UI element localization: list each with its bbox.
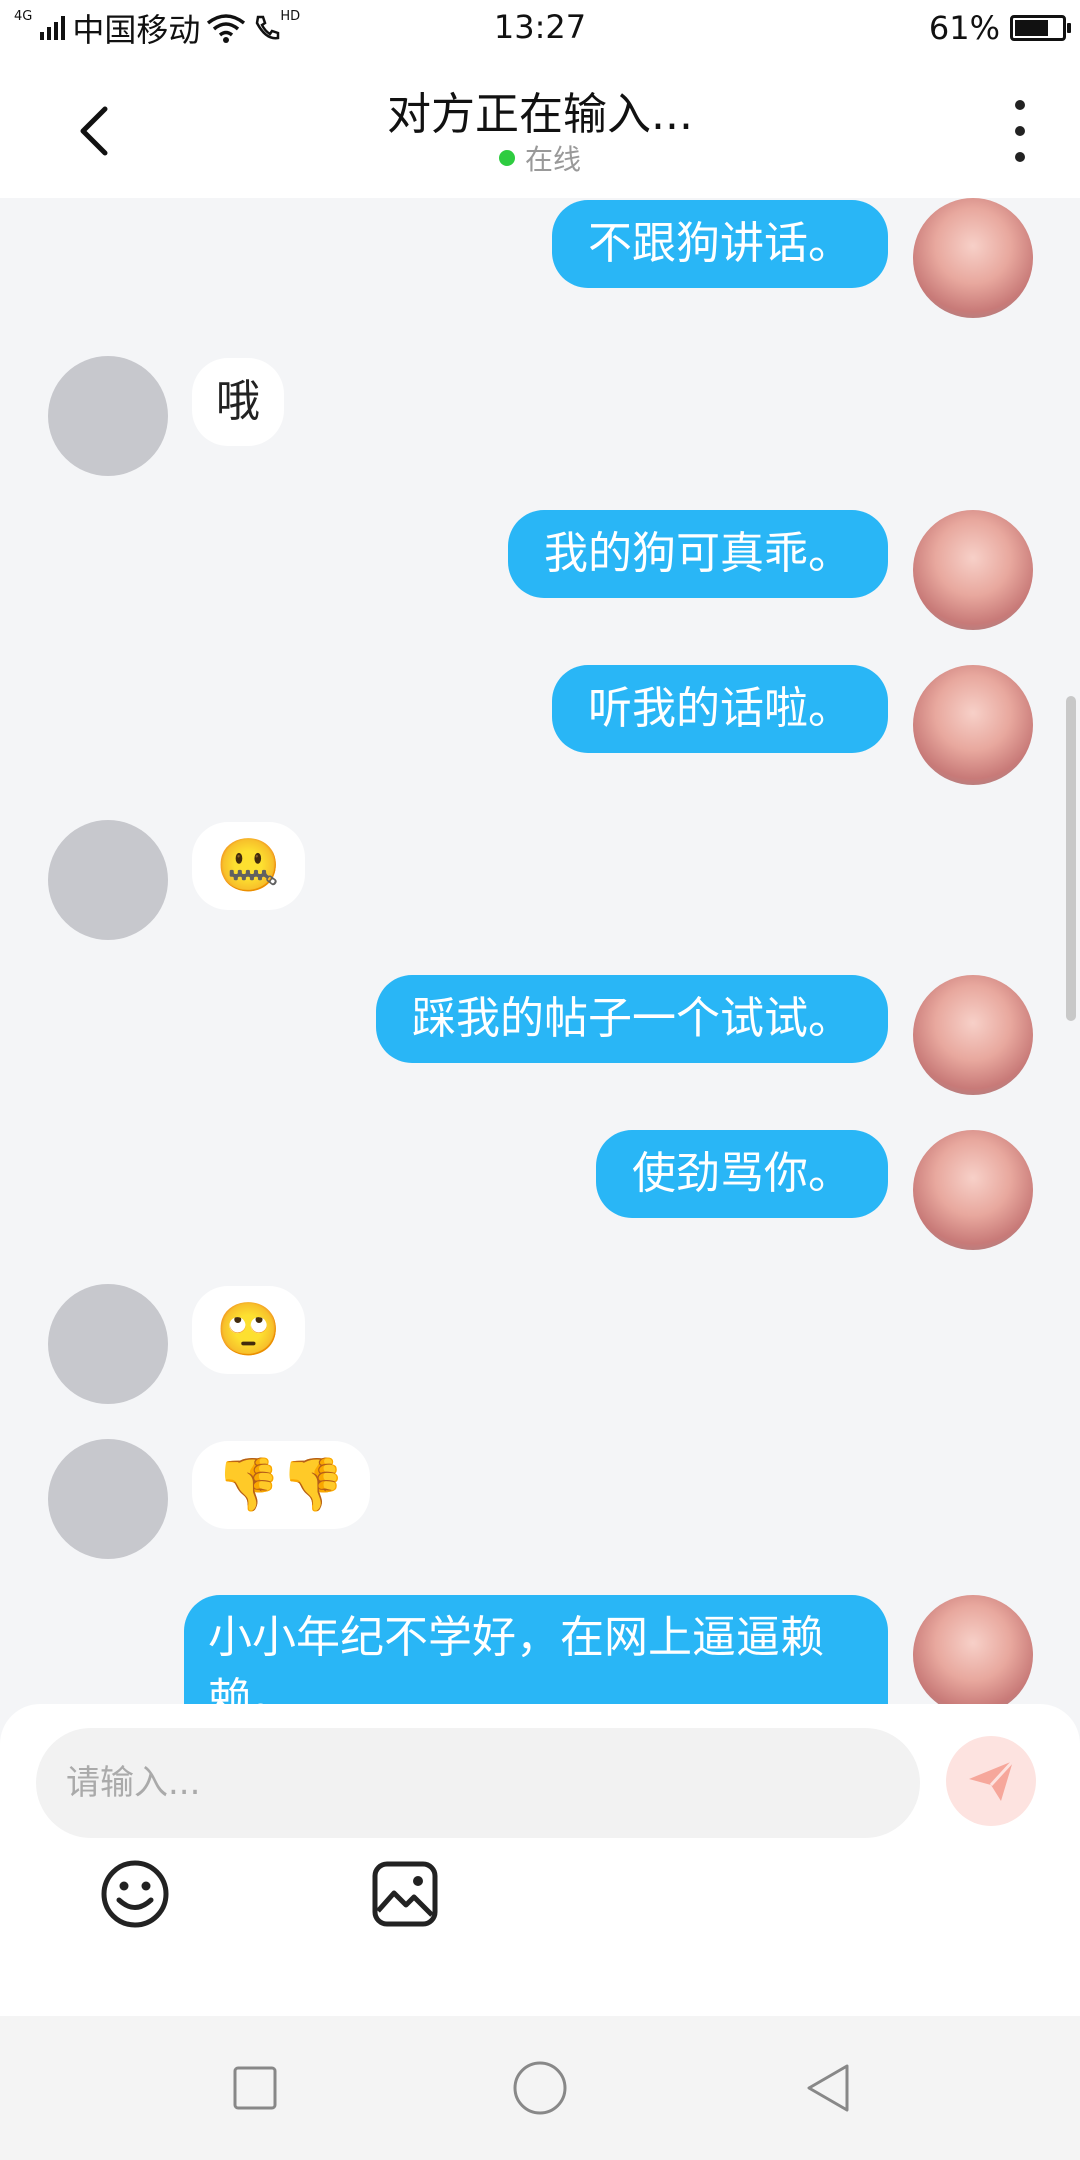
message-bubble-self[interactable]: 小小年纪不学好，在网上逼逼赖赖。 xyxy=(184,1595,888,1704)
message-bubble-self[interactable]: 不跟狗讲话。 xyxy=(552,200,888,288)
message-input[interactable] xyxy=(36,1728,920,1838)
more-dot-icon xyxy=(1015,126,1025,136)
scrollbar[interactable] xyxy=(1066,696,1076,1021)
paper-plane-icon xyxy=(969,1759,1015,1801)
smiley-face-icon xyxy=(101,1860,169,1928)
emoji-button[interactable] xyxy=(95,1854,175,1934)
chat-header: 对方正在输入... 在线 xyxy=(0,56,1080,198)
avatar-self[interactable] xyxy=(913,1595,1033,1704)
send-button[interactable] xyxy=(946,1736,1036,1826)
avatar-self[interactable] xyxy=(913,198,1033,318)
input-panel xyxy=(0,1704,1080,2016)
status-right: 61% xyxy=(928,8,1071,48)
avatar-self[interactable] xyxy=(913,1130,1033,1250)
square-icon xyxy=(233,2066,277,2110)
avatar-other[interactable] xyxy=(48,820,168,940)
message-bubble-other[interactable]: 👎👎 xyxy=(192,1441,370,1529)
chat-message-list[interactable]: 不跟狗讲话。 哦 我的狗可真乖。 听我的话啦。 🤐 踩我的帖子一个试试。 使劲骂… xyxy=(0,198,1080,1704)
battery-percent: 61% xyxy=(928,9,1000,47)
message-bubble-self[interactable]: 我的狗可真乖。 xyxy=(508,510,888,598)
back-nav-button[interactable] xyxy=(797,2056,861,2120)
more-dot-icon xyxy=(1015,100,1025,110)
image-picture-icon xyxy=(372,1861,438,1927)
triangle-back-icon xyxy=(807,2064,849,2112)
image-button[interactable] xyxy=(365,1854,445,1934)
avatar-self[interactable] xyxy=(913,665,1033,785)
status-bar: 4G 中国移动 HD 13:27 61% xyxy=(0,0,1080,56)
message-bubble-other[interactable]: 哦 xyxy=(192,358,284,446)
message-bubble-self[interactable]: 听我的话啦。 xyxy=(552,665,888,753)
online-status-label: 在线 xyxy=(524,143,581,176)
message-bubble-other[interactable]: 🙄 xyxy=(192,1286,305,1374)
message-bubble-self[interactable]: 使劲骂你。 xyxy=(596,1130,888,1218)
avatar-other[interactable] xyxy=(48,1284,168,1404)
more-dot-icon xyxy=(1015,152,1025,162)
message-bubble-self[interactable]: 踩我的帖子一个试试。 xyxy=(376,975,888,1063)
more-options-button[interactable] xyxy=(1000,94,1040,168)
page-title: 对方正在输入... xyxy=(387,89,693,140)
online-status: 在线 xyxy=(0,138,1080,178)
avatar-self[interactable] xyxy=(913,975,1033,1095)
circle-icon xyxy=(513,2061,567,2115)
avatar-other[interactable] xyxy=(48,356,168,476)
avatar-self[interactable] xyxy=(913,510,1033,630)
recent-apps-button[interactable] xyxy=(223,2056,287,2120)
avatar-other[interactable] xyxy=(48,1439,168,1559)
battery-fill xyxy=(1015,20,1048,36)
message-bubble-other[interactable]: 🤐 xyxy=(192,822,305,910)
system-navigation-bar xyxy=(0,2016,1080,2160)
status-time: 13:27 xyxy=(493,8,587,46)
online-dot-icon xyxy=(498,150,515,166)
battery-icon xyxy=(1010,15,1071,41)
home-button[interactable] xyxy=(508,2056,572,2120)
